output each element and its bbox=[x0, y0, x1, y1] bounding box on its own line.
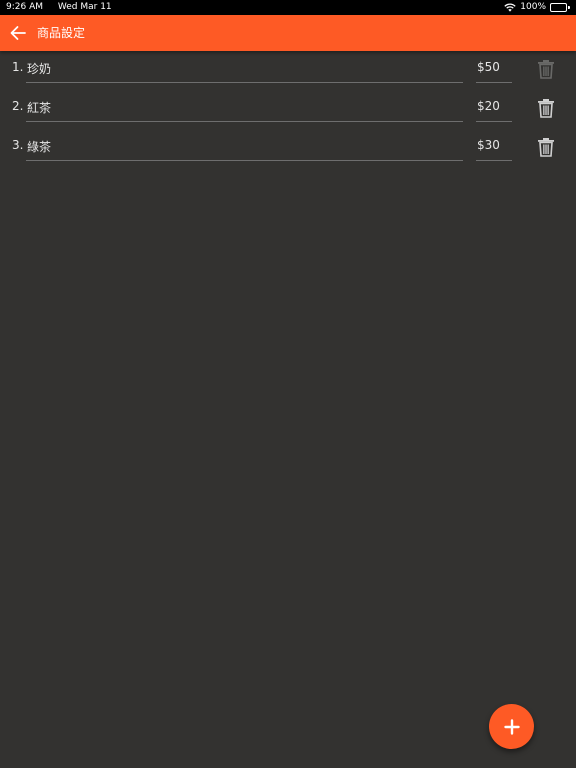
status-right: 100% bbox=[504, 0, 570, 15]
product-name-value: 紅茶 bbox=[27, 101, 52, 115]
delete-button[interactable] bbox=[535, 135, 557, 159]
wifi-icon bbox=[504, 3, 516, 12]
product-row: 1. 珍奶 $50 bbox=[0, 53, 576, 89]
product-price-value: $20 bbox=[477, 99, 500, 113]
trash-icon bbox=[538, 138, 554, 157]
page-title: 商品設定 bbox=[37, 26, 86, 40]
product-price-field[interactable]: $50 bbox=[476, 53, 512, 83]
delete-button[interactable] bbox=[535, 57, 557, 81]
product-price-value: $50 bbox=[477, 60, 500, 74]
product-name-field[interactable]: 綠茶 bbox=[26, 131, 463, 161]
status-time: 9:26 AM bbox=[6, 2, 43, 12]
product-settings-screen: 9:26 AM Wed Mar 11 100% 商品設定 1. 珍奶 $50 2… bbox=[0, 0, 576, 768]
product-row: 2. 紅茶 $20 bbox=[0, 92, 576, 128]
status-left: 9:26 AM Wed Mar 11 bbox=[6, 0, 112, 15]
status-bar: 9:26 AM Wed Mar 11 100% bbox=[0, 0, 576, 15]
status-date: Wed Mar 11 bbox=[57, 2, 112, 12]
product-price-field[interactable]: $30 bbox=[476, 131, 512, 161]
row-index: 3. bbox=[12, 138, 24, 152]
add-product-button[interactable] bbox=[489, 704, 534, 749]
product-row: 3. 綠茶 $30 bbox=[0, 131, 576, 167]
product-price-field[interactable]: $20 bbox=[476, 92, 512, 122]
product-name-value: 綠茶 bbox=[27, 140, 52, 154]
row-index: 1. bbox=[12, 60, 24, 74]
row-index: 2. bbox=[12, 99, 24, 113]
battery-icon bbox=[550, 3, 570, 12]
product-name-field[interactable]: 紅茶 bbox=[26, 92, 463, 122]
product-price-value: $30 bbox=[477, 138, 500, 152]
battery-percent: 100% bbox=[520, 2, 546, 12]
plus-icon bbox=[503, 718, 520, 735]
arrow-left-icon bbox=[10, 26, 26, 40]
app-bar: 商品設定 bbox=[0, 15, 576, 51]
product-name-value: 珍奶 bbox=[27, 62, 52, 76]
back-button[interactable] bbox=[8, 23, 28, 43]
product-name-field[interactable]: 珍奶 bbox=[26, 53, 463, 83]
trash-icon bbox=[538, 60, 554, 79]
trash-icon bbox=[538, 99, 554, 118]
delete-button[interactable] bbox=[535, 96, 557, 120]
